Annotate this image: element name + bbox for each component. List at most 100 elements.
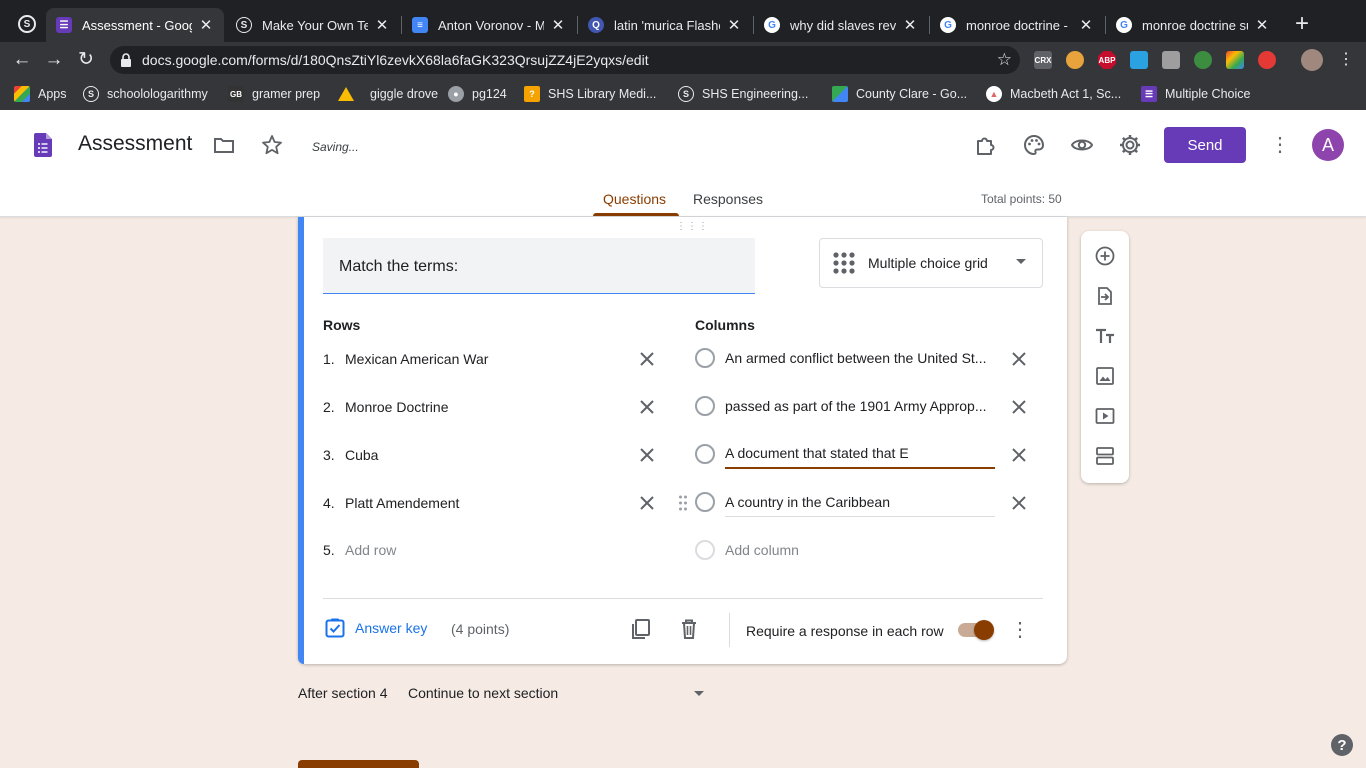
remove-column-icon[interactable] xyxy=(1010,446,1028,464)
row-text[interactable]: Mexican American War xyxy=(345,351,488,367)
add-column-button[interactable]: Add column xyxy=(695,535,799,565)
owl-icon[interactable] xyxy=(1066,51,1084,69)
tab-questions[interactable]: Questions xyxy=(603,191,666,207)
delete-trash-icon[interactable] xyxy=(678,618,700,640)
new-tab-button[interactable]: + xyxy=(1290,10,1314,38)
profile-avatar[interactable] xyxy=(1301,49,1323,71)
bookmark-shs-library[interactable]: ? SHS Library Medi... xyxy=(524,84,656,104)
address-bar[interactable]: docs.google.com/forms/d/180QnsZtiYl6zevk… xyxy=(110,46,1020,74)
row-text[interactable]: Platt Amendement xyxy=(345,495,459,511)
next-section-card[interactable] xyxy=(298,760,419,768)
close-tab-icon[interactable]: ✕ xyxy=(198,16,214,34)
send-button[interactable]: Send xyxy=(1164,127,1246,163)
tab-responses[interactable]: Responses xyxy=(693,191,763,207)
remove-row-icon[interactable] xyxy=(638,398,656,416)
addons-puzzle-icon[interactable] xyxy=(974,133,998,157)
remove-column-icon[interactable] xyxy=(1010,350,1028,368)
close-tab-icon[interactable]: ✕ xyxy=(374,16,390,34)
add-question-icon[interactable] xyxy=(1095,246,1115,266)
form-title[interactable]: Assessment xyxy=(78,132,192,156)
color-picker-icon[interactable] xyxy=(1226,51,1244,69)
grid-row[interactable]: 3. Cuba xyxy=(323,443,378,467)
column-text[interactable]: An armed conflict between the United St.… xyxy=(725,350,995,366)
question-more-options-icon[interactable]: ⋮ xyxy=(1010,619,1030,641)
duplicate-icon[interactable] xyxy=(630,618,652,640)
tab-latin-flashcards[interactable]: Q latin 'murica Flashc ✕ xyxy=(578,8,752,42)
leaf-icon[interactable] xyxy=(1194,51,1212,69)
reload-icon[interactable]: ↻ xyxy=(74,48,98,72)
remove-row-icon[interactable] xyxy=(638,494,656,512)
more-options-icon[interactable]: ⋮ xyxy=(1270,133,1290,157)
add-row-button[interactable]: 5. Add row xyxy=(323,538,396,562)
bookmark-county-clare[interactable]: County Clare - Go... xyxy=(832,84,967,104)
row-text[interactable]: Cuba xyxy=(345,447,378,463)
tab-assessment[interactable]: ☰ Assessment - Goog ✕ xyxy=(46,8,224,42)
account-avatar[interactable]: A xyxy=(1312,129,1344,161)
drag-handle-icon[interactable]: ⋮⋮⋮ xyxy=(676,221,709,232)
tab-monroe-doctrine-summary[interactable]: G monroe doctrine su ✕ xyxy=(1106,8,1280,42)
tab-anton-voronov[interactable]: ≡ Anton Voronov - Ma ✕ xyxy=(402,8,576,42)
remove-column-icon[interactable] xyxy=(1010,398,1028,416)
close-tab-icon[interactable]: ✕ xyxy=(726,16,742,34)
close-tab-icon[interactable]: ✕ xyxy=(550,16,566,34)
question-title-input[interactable]: Match the terms: xyxy=(323,238,755,294)
column-text-input[interactable]: A document that stated that E xyxy=(725,439,995,469)
grid-row[interactable]: 1. Mexican American War xyxy=(323,347,488,371)
grid-column[interactable]: A document that stated that E xyxy=(695,439,995,469)
remove-row-icon[interactable] xyxy=(638,350,656,368)
grid-column[interactable]: An armed conflict between the United St.… xyxy=(695,343,995,373)
grid-row[interactable]: 2. Monroe Doctrine xyxy=(323,395,449,419)
close-tab-icon[interactable]: ✕ xyxy=(902,16,918,34)
bookmark-pg124[interactable]: ● pg124 xyxy=(448,84,507,104)
tab-why-did-slaves-revolt[interactable]: G why did slaves revo ✕ xyxy=(754,8,928,42)
dropdown-arrow-icon[interactable] xyxy=(694,691,704,696)
bookmark-giggle-drove[interactable]: giggle drove xyxy=(338,84,438,104)
import-questions-icon[interactable] xyxy=(1095,286,1115,306)
grid-column[interactable]: passed as part of the 1901 Army Approp..… xyxy=(695,391,995,421)
remove-column-icon[interactable] xyxy=(1010,494,1028,512)
bookmark-macbeth[interactable]: ▲ Macbeth Act 1, Sc... xyxy=(986,84,1121,104)
bookmark-multiple-choice[interactable]: ☰ Multiple Choice xyxy=(1141,84,1250,104)
star-icon[interactable] xyxy=(260,133,284,157)
section-navigation-select[interactable]: Continue to next section xyxy=(408,685,558,701)
add-title-icon[interactable] xyxy=(1095,326,1115,346)
back-arrow-icon[interactable]: ← xyxy=(10,48,34,72)
close-tab-icon[interactable]: ✕ xyxy=(1254,16,1270,34)
column-text[interactable]: A country in the Caribbean xyxy=(725,488,995,517)
drag-handle-icon[interactable] xyxy=(678,494,688,512)
preview-eye-icon[interactable] xyxy=(1070,133,1094,157)
column-text[interactable]: passed as part of the 1901 Army Approp..… xyxy=(725,398,995,414)
chrome-menu-icon[interactable]: S xyxy=(18,15,36,33)
add-video-icon[interactable] xyxy=(1095,406,1115,426)
chrome-menu-dots-icon[interactable]: ⋮ xyxy=(1338,50,1354,70)
settings-gear-icon[interactable] xyxy=(1118,133,1142,157)
bookmark-apps[interactable]: Apps xyxy=(14,84,67,104)
add-section-icon[interactable] xyxy=(1095,446,1115,466)
palette-icon[interactable] xyxy=(1022,133,1046,157)
bookmark-gramer-prep[interactable]: GB gramer prep xyxy=(228,84,320,104)
abp-icon[interactable]: ABP xyxy=(1098,51,1116,69)
require-response-toggle[interactable] xyxy=(958,620,994,640)
bird-icon[interactable] xyxy=(1130,51,1148,69)
remove-row-icon[interactable] xyxy=(638,446,656,464)
add-image-icon[interactable] xyxy=(1095,366,1115,386)
bookmark-schoolologarithmy[interactable]: S schoolologarithmy xyxy=(83,84,208,104)
answer-key-button[interactable]: Answer key xyxy=(325,618,427,638)
folder-icon[interactable] xyxy=(212,133,236,157)
bookmark-shs-engineering[interactable]: S SHS Engineering... xyxy=(678,84,808,104)
briefcase-icon[interactable] xyxy=(1162,51,1180,69)
grid-row[interactable]: 4. Platt Amendement xyxy=(323,491,459,515)
help-icon[interactable]: ? xyxy=(1331,734,1353,756)
tab-monroe-doctrine[interactable]: G monroe doctrine - C ✕ xyxy=(930,8,1104,42)
grid-column[interactable]: A country in the Caribbean xyxy=(695,487,995,517)
question-card[interactable]: ⋮⋮⋮ Match the terms: Multiple choice gri… xyxy=(298,217,1067,664)
tab-make-your-own-test[interactable]: S Make Your Own Tes ✕ xyxy=(226,8,400,42)
row-text[interactable]: Monroe Doctrine xyxy=(345,399,449,415)
question-type-select[interactable]: Multiple choice grid xyxy=(819,238,1043,288)
forward-arrow-icon[interactable]: → xyxy=(42,48,66,72)
crx-icon[interactable]: CRX xyxy=(1034,51,1052,69)
bookmark-star-icon[interactable]: ☆ xyxy=(997,50,1012,70)
google-forms-logo-icon[interactable] xyxy=(34,133,52,157)
pen-icon[interactable] xyxy=(1258,51,1276,69)
close-tab-icon[interactable]: ✕ xyxy=(1078,16,1094,34)
